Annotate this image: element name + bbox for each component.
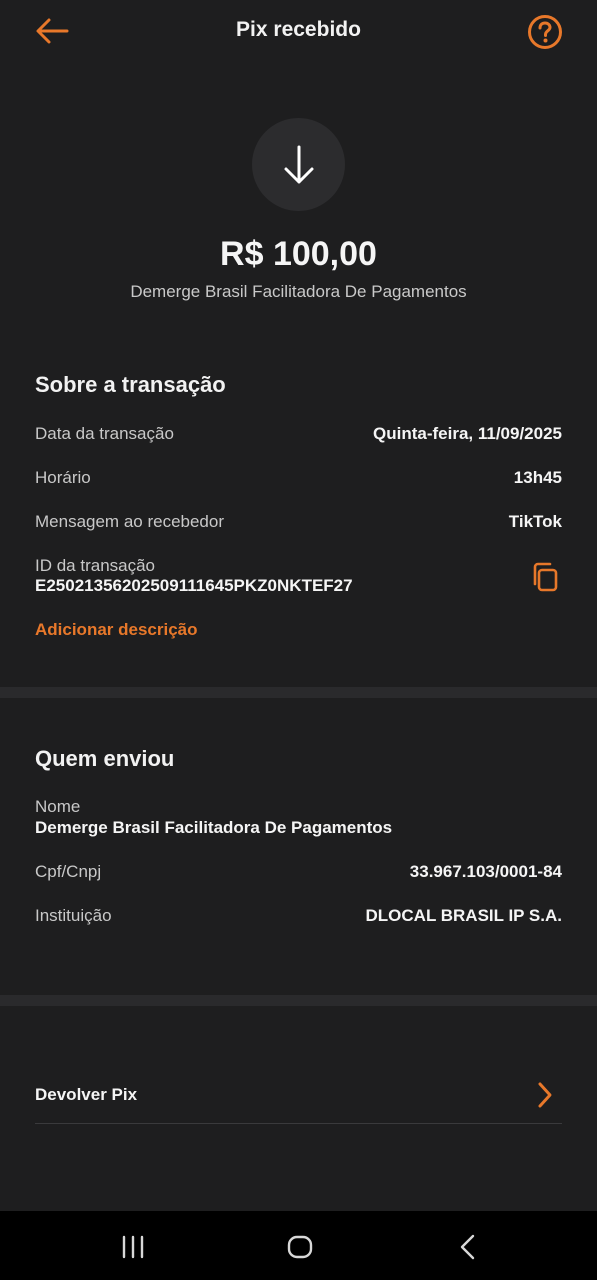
add-description-link[interactable]: Adicionar descrição <box>35 620 198 640</box>
page-title: Pix recebido <box>236 18 361 41</box>
message-value: TikTok <box>508 512 562 531</box>
amount-value: R$ 100,00 <box>220 235 377 273</box>
system-navigation-bar <box>0 1211 597 1280</box>
section-divider <box>0 687 597 698</box>
question-circle-icon <box>528 15 562 49</box>
home-icon <box>287 1235 313 1259</box>
return-pix-label: Devolver Pix <box>35 1085 138 1104</box>
date-label: Data da transação <box>35 424 174 443</box>
recent-apps-button[interactable] <box>113 1231 153 1263</box>
document-label: Cpf/Cnpj <box>35 862 102 881</box>
sender-section-title: Quem enviou <box>35 746 175 771</box>
help-button[interactable] <box>526 13 564 51</box>
top-app-bar: Pix recebido <box>0 0 597 64</box>
transaction-id-label: ID da transação <box>35 556 156 575</box>
time-label: Horário <box>35 468 91 487</box>
transaction-section-title: Sobre a transação <box>35 372 226 397</box>
counterparty-name: Demerge Brasil Facilitadora De Pagamento… <box>130 282 467 301</box>
time-value: 13h45 <box>513 468 562 487</box>
home-button[interactable] <box>280 1231 320 1263</box>
message-label: Mensagem ao recebedor <box>35 512 225 531</box>
received-icon-badge <box>252 118 345 211</box>
pix-received-screen: Pix recebido R$ 100,00 Demerge Brasil Fa… <box>0 0 597 1280</box>
chevron-right-icon <box>538 1082 552 1108</box>
name-label: Nome <box>35 797 81 816</box>
institution-value: DLOCAL BRASIL IP S.A. <box>365 906 562 925</box>
back-chevron-icon <box>460 1234 475 1260</box>
name-value: Demerge Brasil Facilitadora De Pagamento… <box>35 818 393 837</box>
copy-id-button[interactable] <box>528 560 562 594</box>
institution-label: Instituição <box>35 906 112 925</box>
arrow-down-icon <box>284 145 313 183</box>
recent-apps-icon <box>122 1235 144 1259</box>
date-value: Quinta-feira, 11/09/2025 <box>373 424 562 443</box>
document-value: 33.967.103/0001-84 <box>409 862 562 881</box>
transaction-id-value: E25021356202509111645PKZ0NKTEF27 <box>35 576 353 595</box>
system-back-button[interactable] <box>448 1231 488 1263</box>
return-pix-row[interactable]: Devolver Pix <box>35 1064 562 1124</box>
copy-icon <box>533 562 558 592</box>
section-divider <box>0 995 597 1006</box>
